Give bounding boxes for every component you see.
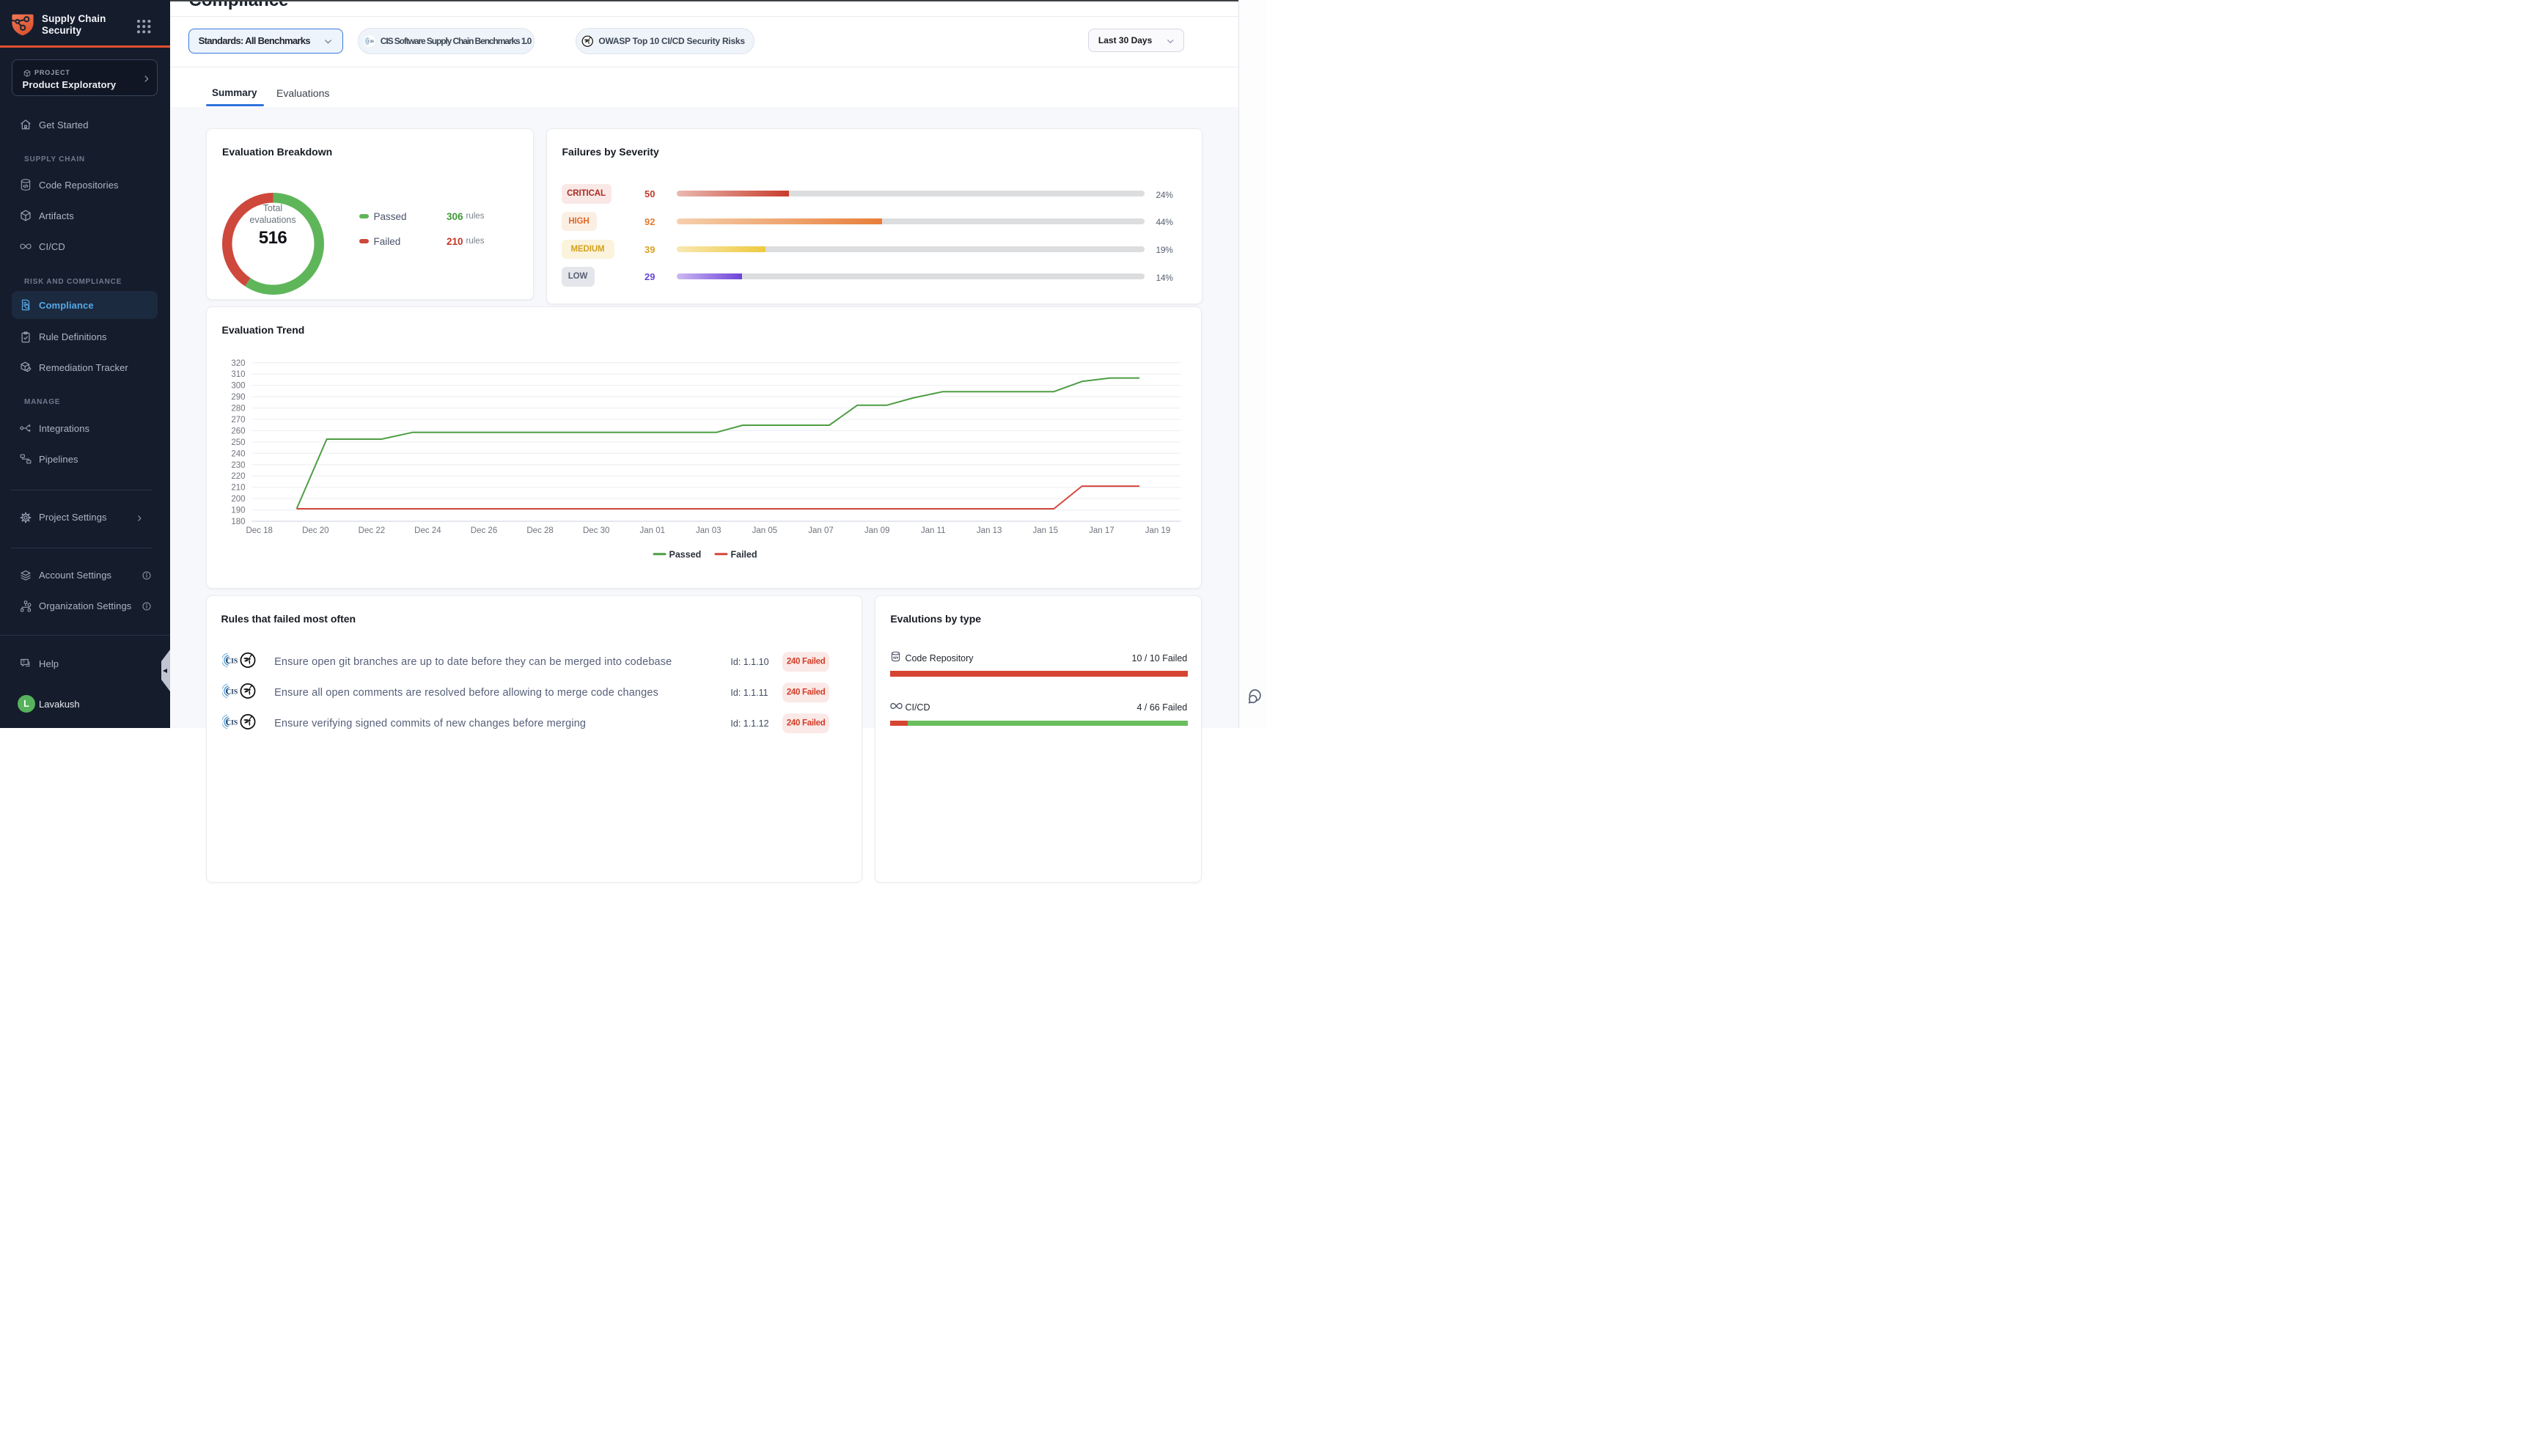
svg-text:180: 180 (231, 518, 245, 526)
svg-text:CIS: CIS (226, 657, 238, 665)
svg-text:190: 190 (231, 506, 245, 515)
svg-text:210: 210 (231, 483, 245, 492)
svg-text:Dec 28: Dec 28 (526, 526, 553, 535)
svg-text:230: 230 (231, 460, 245, 469)
svg-text:Passed: Passed (669, 549, 701, 559)
svg-text:Jan 03: Jan 03 (696, 526, 721, 535)
svg-text:Dec 24: Dec 24 (414, 526, 441, 535)
svg-text:Dec 30: Dec 30 (582, 526, 609, 535)
svg-text:Dec 18: Dec 18 (246, 526, 272, 535)
svg-text:CIS: CIS (226, 688, 238, 696)
svg-text:Jan 09: Jan 09 (864, 526, 889, 535)
svg-text:Failed: Failed (730, 549, 757, 559)
svg-text:Jan 07: Jan 07 (808, 526, 834, 535)
svg-text:200: 200 (231, 495, 245, 504)
svg-text:240: 240 (231, 449, 245, 458)
svg-text:Jan 11: Jan 11 (920, 526, 945, 535)
svg-text:Jan 19: Jan 19 (1145, 526, 1170, 535)
svg-text:Jan 05: Jan 05 (752, 526, 777, 535)
svg-text:280: 280 (231, 404, 245, 413)
svg-text:Jan 17: Jan 17 (1089, 526, 1114, 535)
svg-text:?: ? (22, 660, 25, 665)
svg-text:270: 270 (231, 416, 245, 424)
svg-text:Jan 13: Jan 13 (976, 526, 1002, 535)
svg-text:310: 310 (231, 370, 245, 379)
svg-text:260: 260 (231, 427, 245, 435)
svg-text:Jan 15: Jan 15 (1032, 526, 1058, 535)
svg-text:Dec 26: Dec 26 (470, 526, 496, 535)
svg-text:Dec 20: Dec 20 (302, 526, 328, 535)
svg-text:300: 300 (231, 381, 245, 390)
svg-text:250: 250 (231, 438, 245, 446)
svg-text:Jan 01: Jan 01 (639, 526, 665, 535)
svg-text:220: 220 (231, 472, 245, 481)
svg-text:Dec 22: Dec 22 (358, 526, 384, 535)
svg-text:CIS: CIS (226, 718, 238, 727)
svg-text:CIS: CIS (367, 40, 374, 44)
svg-text:290: 290 (231, 393, 245, 402)
svg-text:320: 320 (231, 359, 245, 367)
